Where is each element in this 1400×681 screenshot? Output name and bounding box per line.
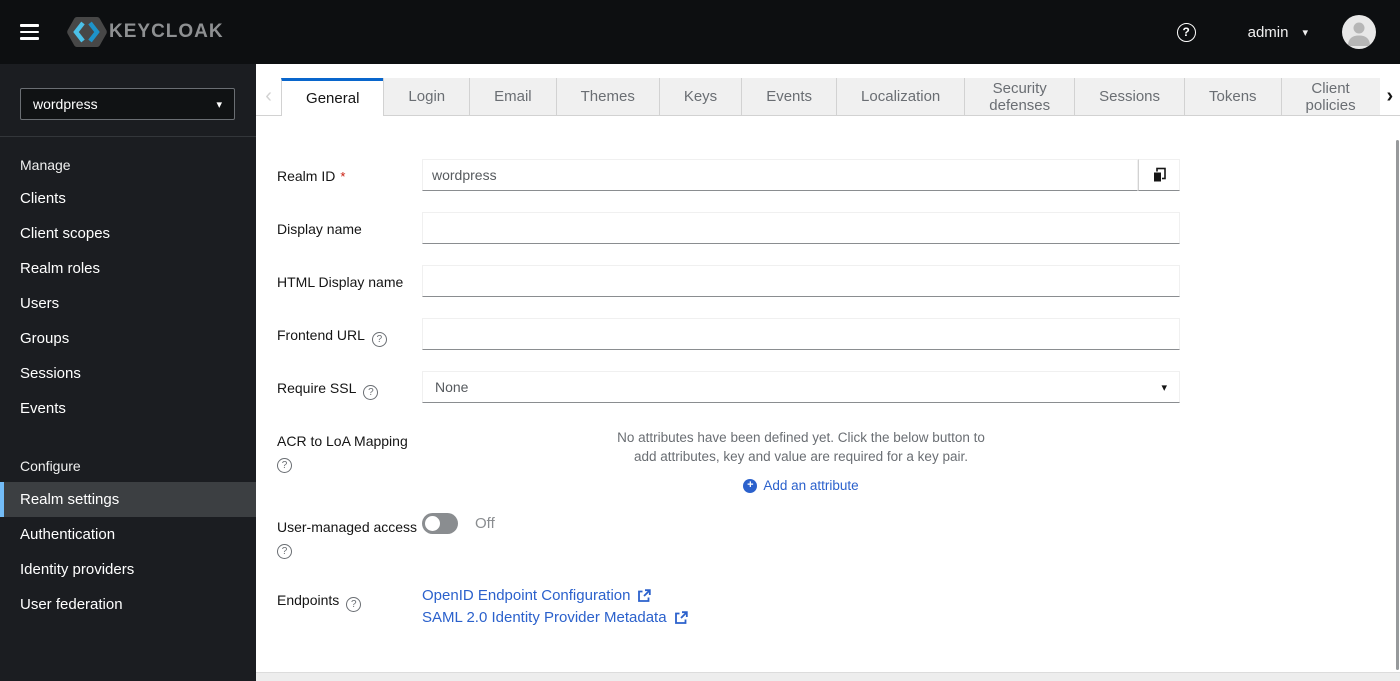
sidebar-item-realm-settings[interactable]: Realm settings [0,482,256,517]
html-display-name-label: HTML Display name [277,274,404,290]
tab-email[interactable]: Email [469,78,556,115]
acr-empty-text: No attributes have been defined yet. Cli… [617,430,985,464]
avatar[interactable] [1342,15,1376,49]
require-ssl-value: None [435,379,469,395]
require-ssl-label: Require SSL? [277,371,422,403]
help-button[interactable]: ? [1176,22,1196,42]
help-icon[interactable]: ? [371,332,387,347]
realm-select[interactable]: wordpress ▾ [20,88,235,120]
help-icon[interactable]: ? [277,544,292,559]
saml-metadata-link[interactable]: SAML 2.0 Identity Provider Metadata [422,609,1180,626]
nav-group-title: Configure [20,458,81,474]
add-attribute-label: Add an attribute [763,478,859,493]
form-row-display-name: Display name [277,212,1400,244]
keycloak-logo[interactable]: KEYCLOAK [66,14,224,50]
sidebar: wordpress ▾ Manage Clients Client scopes… [0,64,256,681]
tab-bar: ‹ General Login Email Themes Keys Events… [256,64,1400,116]
form-row-user-managed-access: User-managed access ? Off [277,510,1400,559]
user-managed-access-toggle[interactable] [422,513,458,534]
brand-text: KEYCLOAK [109,21,224,42]
masthead: KEYCLOAK ? admin ▾ [0,0,1400,64]
nav-group-configure: Configure Realm settings Authentication … [0,426,256,622]
tab-keys[interactable]: Keys [658,78,742,115]
tab-sessions[interactable]: Sessions [1074,78,1185,115]
require-ssl-select[interactable]: None ▾ [422,371,1180,403]
vertical-scrollbar[interactable] [1396,140,1399,670]
endpoints-label: Endpoints? [277,583,422,626]
realm-id-label: Realm ID * [277,168,346,184]
help-icon[interactable]: ? [363,385,379,400]
openid-endpoint-link[interactable]: OpenID Endpoint Configuration [422,587,1180,604]
tab-scroll-left-icon[interactable]: ‹ [256,78,282,115]
chevron-down-icon: ▾ [216,98,222,111]
sidebar-item-realm-roles[interactable]: Realm roles [0,251,256,286]
acr-mapping-label: ACR to LoA Mapping ? [277,433,408,473]
user-managed-access-label: User-managed access ? [277,519,418,559]
person-icon [1348,22,1370,46]
help-icon: ? [1176,22,1196,42]
display-name-input[interactable] [422,212,1180,244]
frontend-url-input[interactable] [422,318,1180,350]
nav-group-title: Manage [20,157,71,173]
hamburger-menu-icon[interactable] [20,20,46,44]
required-asterisk: * [340,169,346,184]
form-row-require-ssl: Require SSL? None ▾ [277,371,1400,403]
help-icon[interactable]: ? [346,597,362,612]
tab-scroll-right-icon[interactable]: › [1379,78,1400,115]
tab-login[interactable]: Login [383,78,470,115]
sidebar-item-user-federation[interactable]: User federation [0,587,256,622]
form-row-realm-id: Realm ID * [277,159,1400,191]
external-link-icon [638,588,652,602]
user-dropdown[interactable]: admin ▾ [1248,24,1308,41]
sidebar-item-sessions[interactable]: Sessions [0,356,256,391]
frontend-url-label: Frontend URL? [277,318,422,350]
username: admin [1247,23,1289,41]
external-link-icon [674,610,688,624]
sidebar-item-groups[interactable]: Groups [0,321,256,356]
chevron-down-icon: ▾ [1161,381,1167,394]
help-icon[interactable]: ? [277,458,292,473]
tab-security-defenses[interactable]: Security defenses [964,78,1075,115]
realm-id-input[interactable] [422,159,1138,191]
realm-settings-form: Realm ID* Display name [256,116,1400,626]
sidebar-item-users[interactable]: Users [0,286,256,321]
sidebar-item-events[interactable]: Events [0,391,256,426]
toggle-state-label: Off [475,515,495,532]
realm-select-value: wordpress [33,96,98,112]
footer-band [256,672,1400,681]
nav-group-manage: Manage Clients Client scopes Realm roles… [0,137,256,426]
html-display-name-input[interactable] [422,265,1180,297]
form-row-acr-mapping: ACR to LoA Mapping ? No attributes have … [277,424,1400,493]
main-content: ‹ General Login Email Themes Keys Events… [256,64,1400,681]
sidebar-item-identity-providers[interactable]: Identity providers [0,552,256,587]
sidebar-item-authentication[interactable]: Authentication [0,517,256,552]
keycloak-hexagon-icon [66,14,108,50]
tab-client-policies[interactable]: Client policies [1280,78,1380,115]
tab-general[interactable]: General [281,78,384,116]
sidebar-item-clients[interactable]: Clients [0,181,256,216]
tab-localization[interactable]: Localization [836,78,965,115]
display-name-label: Display name [277,221,362,237]
tab-themes[interactable]: Themes [555,78,659,115]
sidebar-item-client-scopes[interactable]: Client scopes [0,216,256,251]
copy-icon [1152,167,1166,183]
copy-button[interactable] [1138,159,1180,191]
acr-empty-state: No attributes have been defined yet. Cli… [422,424,1180,493]
add-attribute-button[interactable]: + Add an attribute [743,478,859,493]
form-row-html-display-name: HTML Display name [277,265,1400,297]
tab-tokens[interactable]: Tokens [1184,78,1281,115]
chevron-down-icon: ▾ [1302,26,1308,39]
plus-circle-icon: + [743,478,758,493]
form-row-endpoints: Endpoints? OpenID Endpoint Configuration… [277,583,1400,626]
tab-events[interactable]: Events [741,78,837,115]
form-row-frontend-url: Frontend URL? [277,318,1400,350]
